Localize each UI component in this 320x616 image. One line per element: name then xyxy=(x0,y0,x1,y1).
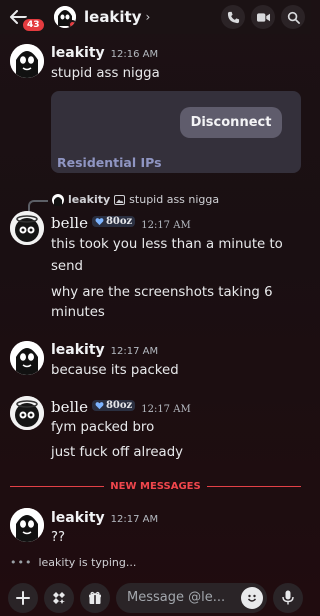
avatar[interactable] xyxy=(10,341,44,375)
avatar[interactable] xyxy=(10,396,44,430)
apps-icon[interactable] xyxy=(44,582,74,613)
reply-preview[interactable]: leakity stupid ass nigga xyxy=(52,193,219,206)
unread-badge: 43 xyxy=(21,17,46,33)
message-text: because its packed xyxy=(51,363,179,378)
chat-header: 43 leakity › xyxy=(0,0,311,34)
message-author[interactable]: leakity 12:17 AM xyxy=(51,342,158,358)
message-timestamp: 12:17 AM xyxy=(141,220,191,231)
message-text: minutes xyxy=(51,305,105,320)
plus-icon[interactable] xyxy=(8,582,38,613)
avatar[interactable] xyxy=(10,508,44,542)
heart-icon xyxy=(95,218,104,226)
heart-icon xyxy=(95,402,104,410)
video-icon[interactable] xyxy=(251,5,275,29)
activity-embed: Disconnect Residential IPs xyxy=(51,91,301,173)
message-timestamp: 12:17 AM xyxy=(141,404,191,415)
message-input-container xyxy=(116,582,267,613)
message-text: just fuck off already xyxy=(51,445,184,460)
header-avatar[interactable] xyxy=(54,6,76,28)
message-author[interactable]: leakity 12:17 AM xyxy=(51,510,158,526)
new-messages-divider: NEW MESSAGES xyxy=(10,479,301,493)
gift-icon[interactable] xyxy=(80,582,110,613)
message-author[interactable]: leakity 12:16 AM xyxy=(51,45,158,61)
message-input[interactable] xyxy=(127,590,235,605)
chevron-right-icon[interactable]: › xyxy=(146,10,151,24)
message-timestamp: 12:17 AM xyxy=(110,514,159,525)
typing-dots-icon: ••• xyxy=(10,556,33,569)
emoji-icon[interactable] xyxy=(241,586,263,609)
embed-label: Residential IPs xyxy=(57,155,162,170)
message-timestamp: 12:17 AM xyxy=(110,346,159,357)
message-text: this took you less than a minute to xyxy=(51,237,283,252)
message-author[interactable]: belle 80oz 12:17 AM xyxy=(51,398,191,416)
avatar[interactable] xyxy=(10,44,44,78)
message-text: fym packed bro xyxy=(51,420,155,435)
typing-text: leakity is typing... xyxy=(38,556,137,569)
header-title[interactable]: leakity xyxy=(84,8,142,26)
reply-connector xyxy=(28,200,48,212)
disconnect-button[interactable]: Disconnect xyxy=(180,107,282,138)
message-text: why are the screenshots taking 6 xyxy=(51,285,273,300)
image-attachment-icon xyxy=(114,194,126,205)
new-messages-label: NEW MESSAGES xyxy=(110,480,201,492)
message-text: stupid ass nigga xyxy=(51,66,160,81)
avatar[interactable] xyxy=(10,211,44,245)
search-icon[interactable] xyxy=(281,5,305,29)
microphone-icon[interactable] xyxy=(273,582,303,613)
guild-tag: 80oz xyxy=(91,400,136,411)
message-composer xyxy=(0,579,311,616)
guild-tag: 80oz xyxy=(91,216,136,227)
dnd-status-icon xyxy=(68,20,76,28)
typing-indicator: ••• leakity is typing... xyxy=(10,556,136,569)
message-timestamp: 12:16 AM xyxy=(110,49,159,60)
phone-call-icon[interactable] xyxy=(221,5,245,29)
message-text: ?? xyxy=(51,530,66,545)
message-text: send xyxy=(51,259,83,274)
reply-avatar-icon xyxy=(52,193,64,206)
message-author[interactable]: belle 80oz 12:17 AM xyxy=(51,214,191,232)
